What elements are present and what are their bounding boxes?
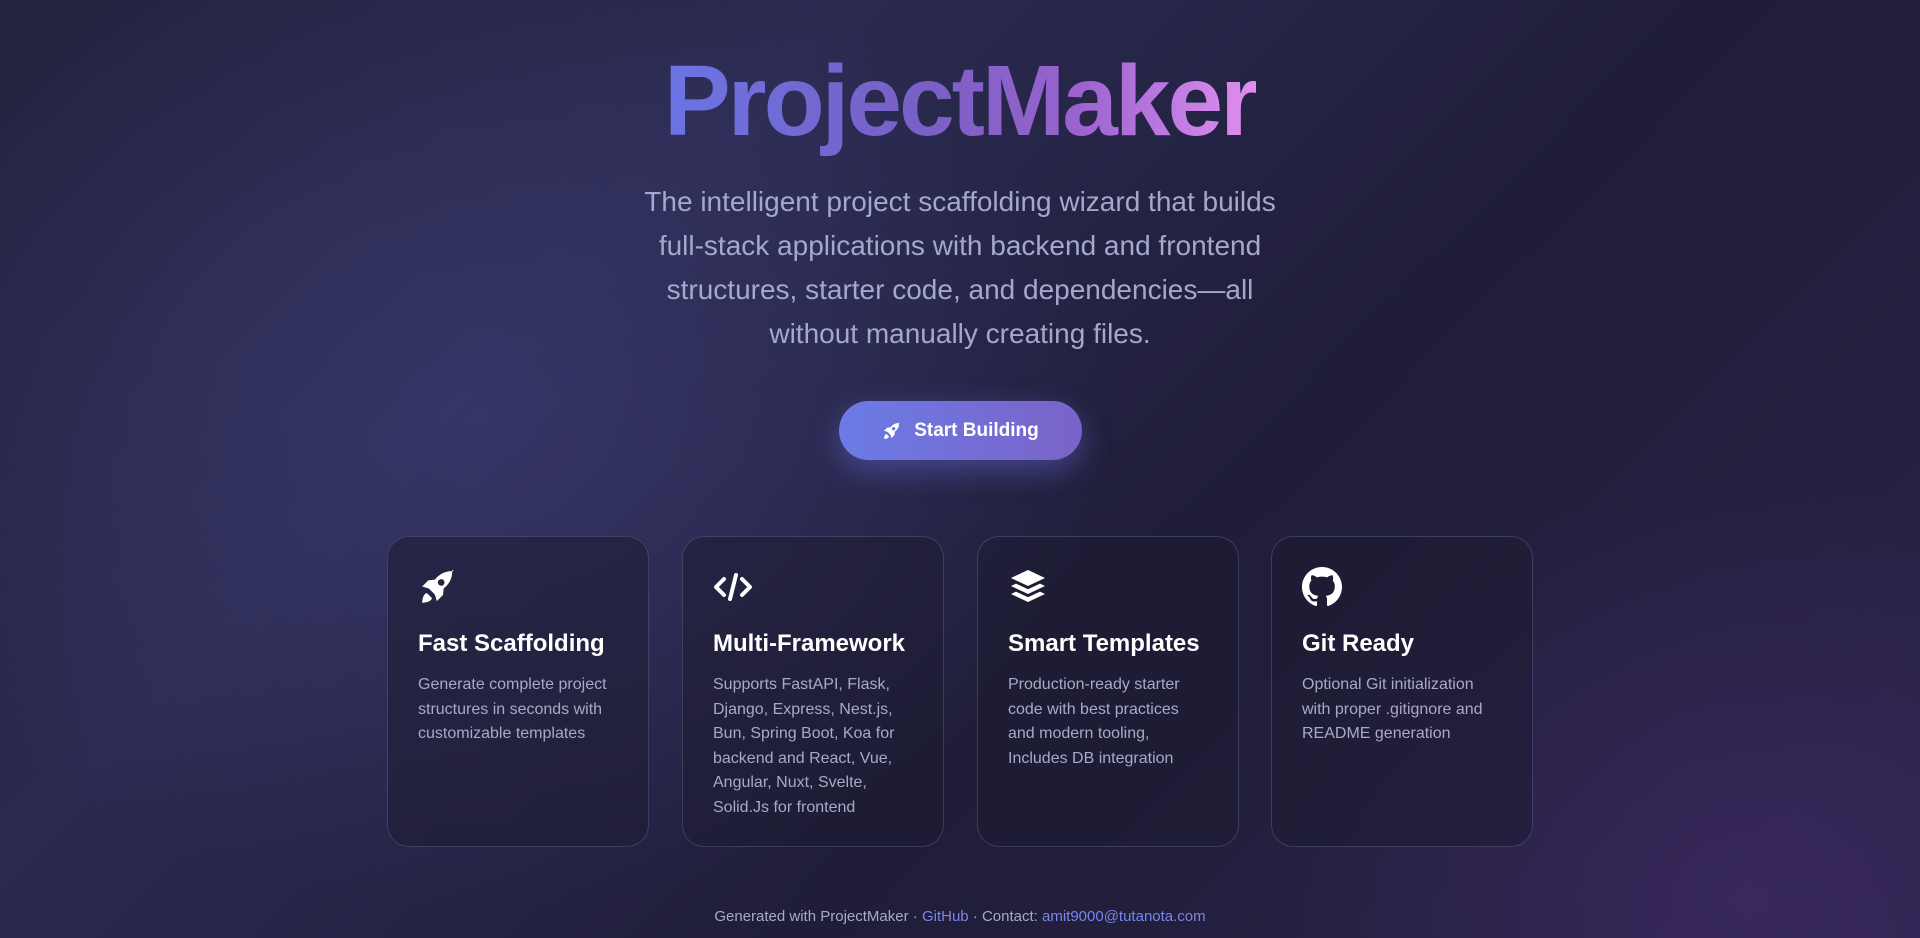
footer: Generated with ProjectMaker · GitHub · C… <box>0 908 1920 925</box>
feature-card-multi-framework: Multi-Framework Supports FastAPI, Flask,… <box>682 536 944 847</box>
feature-description: Generate complete project structures in … <box>418 676 607 742</box>
feature-title: Smart Templates <box>1008 630 1200 657</box>
footer-contact-prefix: · Contact: <box>968 908 1042 925</box>
feature-description: Supports FastAPI, Flask, Django, Express… <box>713 676 895 816</box>
rocket-icon <box>884 421 901 439</box>
github-link[interactable]: GitHub <box>922 908 969 925</box>
feature-cards: Fast Scaffolding Generate complete proje… <box>387 536 1533 849</box>
feature-description: Optional Git initialization with proper … <box>1302 676 1483 742</box>
rocket-icon <box>422 569 454 603</box>
feature-description: Production-ready starter code with best … <box>1008 676 1180 767</box>
layers-icon <box>1011 570 1045 602</box>
code-icon <box>714 573 752 601</box>
feature-title: Fast Scaffolding <box>418 630 605 657</box>
hero-tagline: The intelligent project scaffolding wiza… <box>644 186 1276 349</box>
feature-card-smart-templates: Smart Templates Production-ready starter… <box>977 536 1239 847</box>
page-title-text: ProjectMaker <box>663 45 1259 157</box>
footer-prefix: Generated with ProjectMaker · <box>714 908 922 925</box>
feature-title: Git Ready <box>1302 630 1415 657</box>
contact-email-link[interactable]: amit9000@tutanota.com <box>1042 908 1206 925</box>
feature-card-fast-scaffolding: Fast Scaffolding Generate complete proje… <box>387 536 649 847</box>
start-building-label: Start Building <box>914 419 1039 441</box>
feature-title: Multi-Framework <box>713 630 906 657</box>
feature-card-git-ready: Git Ready Optional Git initialization wi… <box>1271 536 1533 847</box>
github-icon <box>1302 567 1342 607</box>
start-building-button[interactable]: Start Building <box>839 401 1082 460</box>
page-title: ProjectMaker <box>0 44 1920 159</box>
